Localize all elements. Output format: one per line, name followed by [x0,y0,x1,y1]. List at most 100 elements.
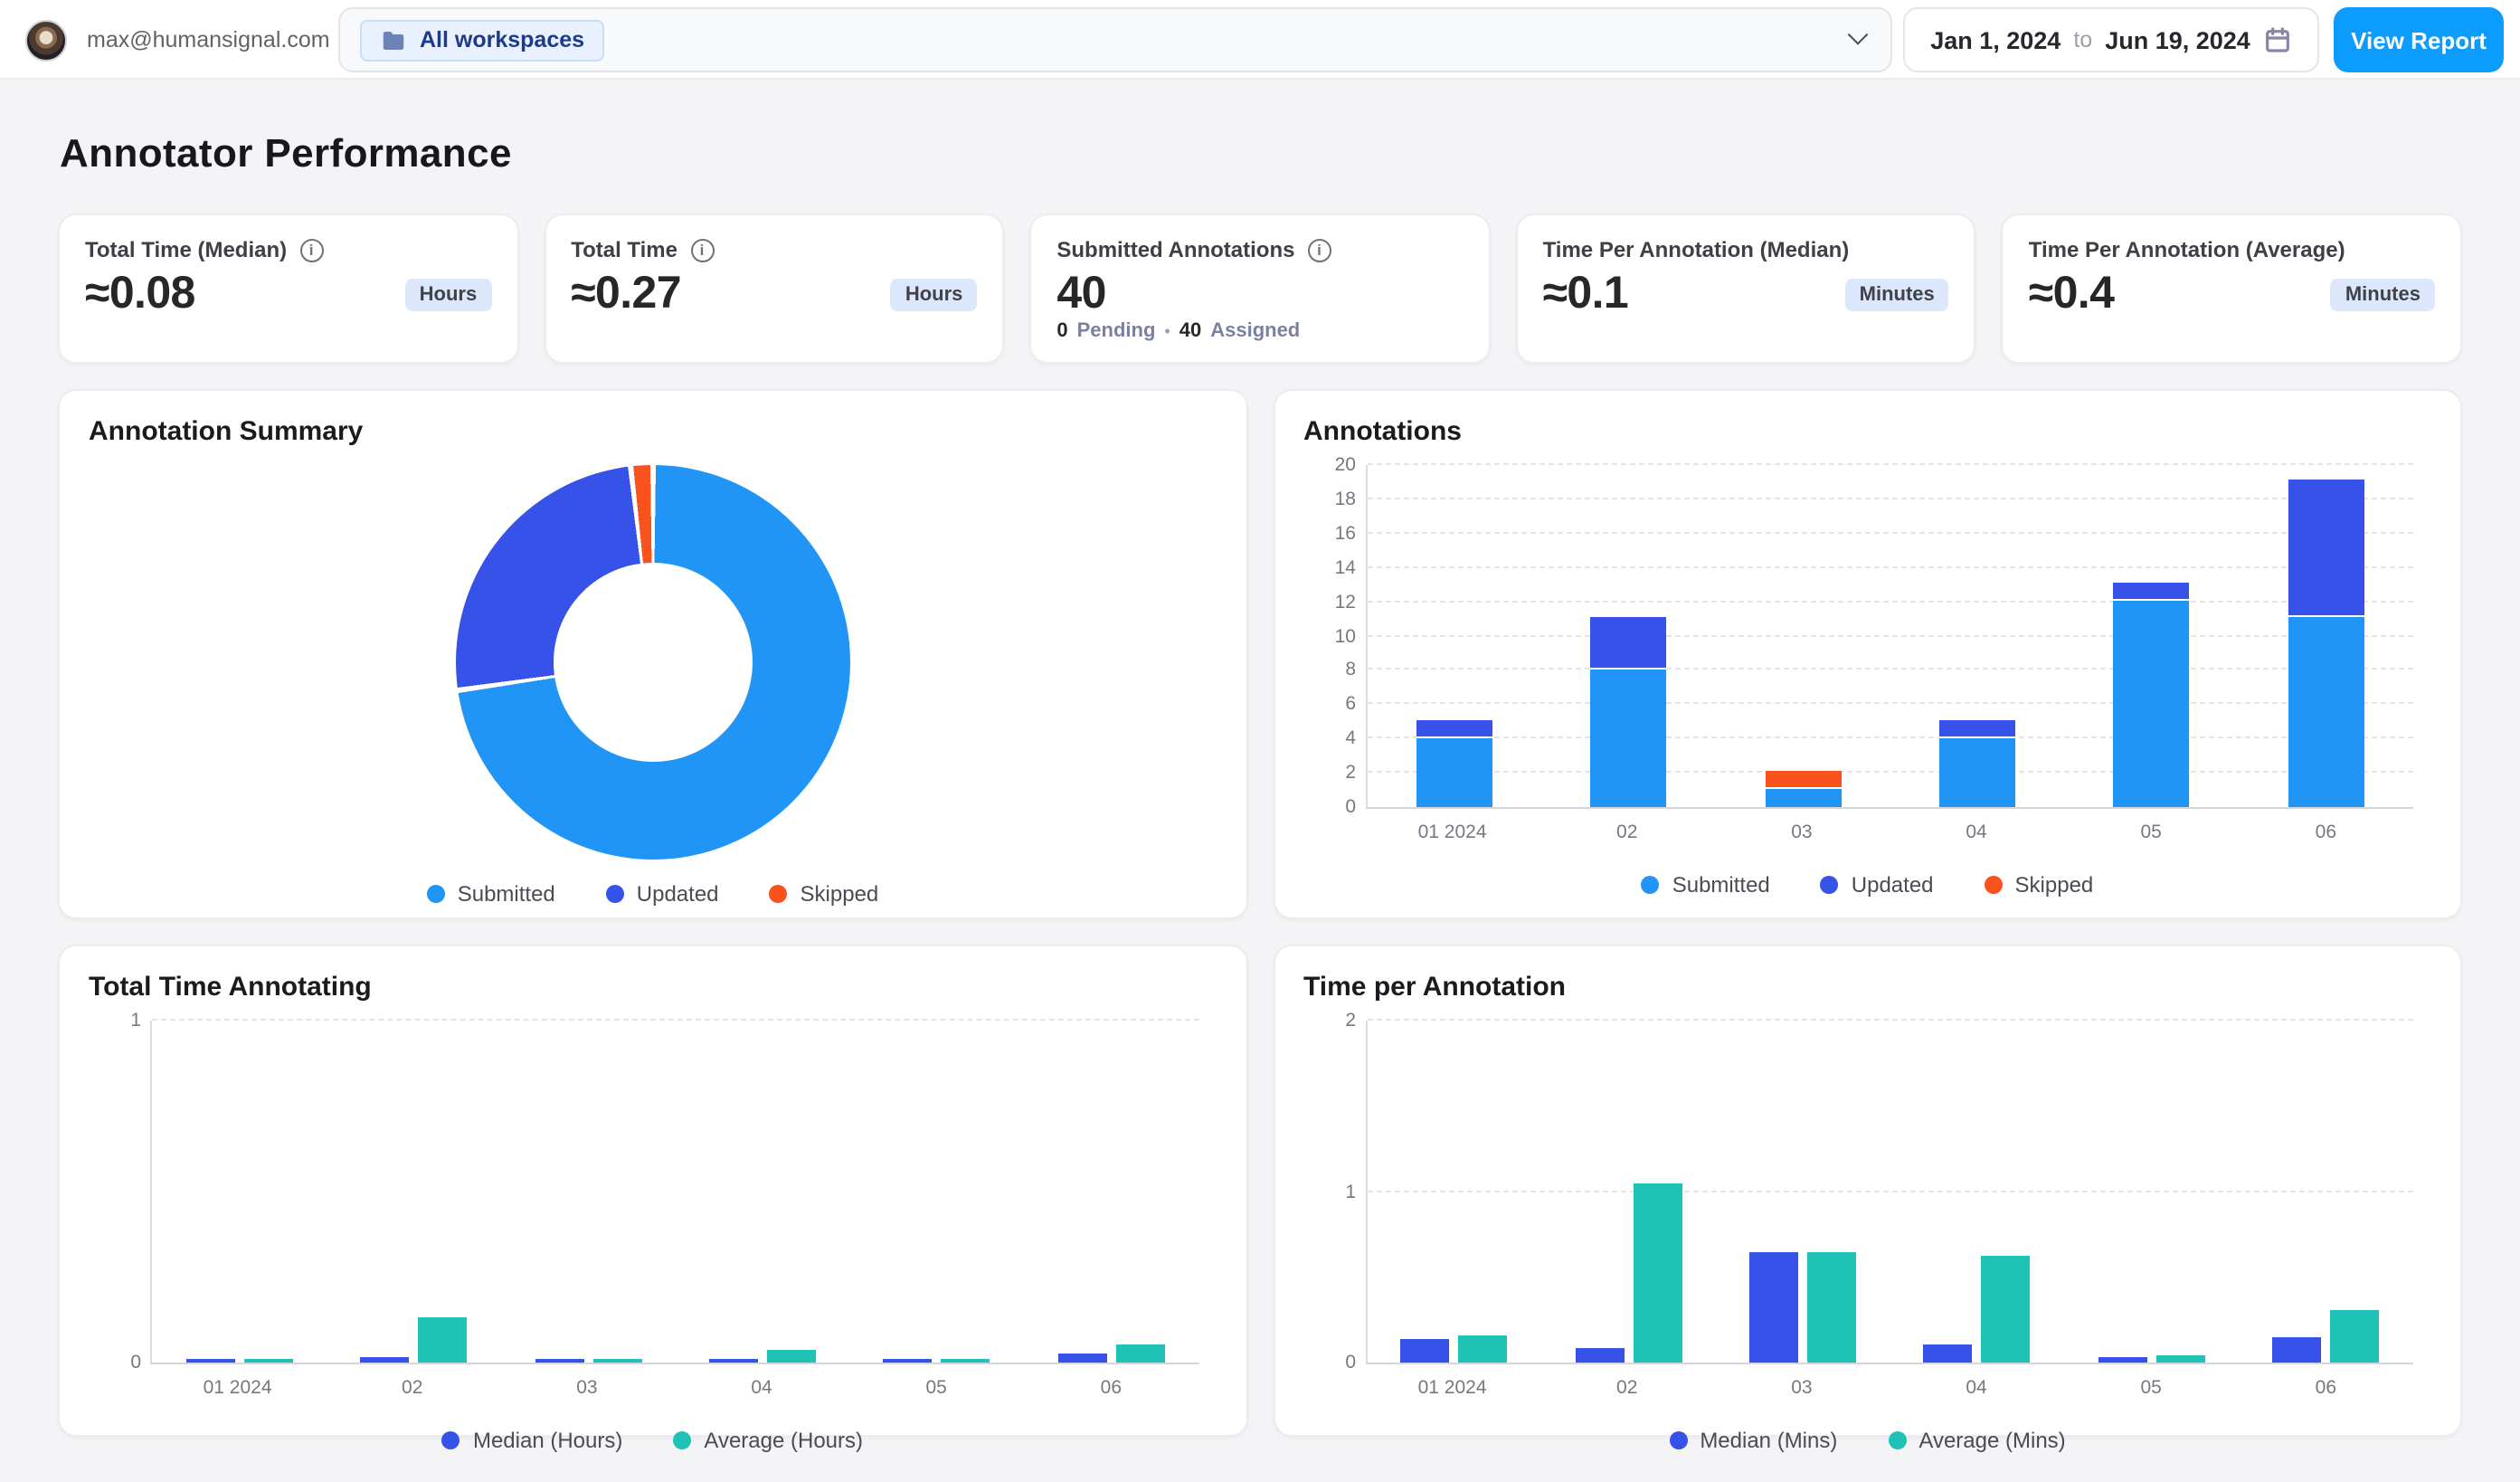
bar-group [2064,465,2239,807]
workspace-selector[interactable]: All workspaces [338,7,1892,72]
x-axis-label: 02 [402,1377,423,1399]
date-start: Jan 1, 2024 [1930,26,2061,53]
bar-group [1541,1021,1716,1363]
x-axis-labels: 01 2024 02 03 04 05 06 [150,1377,1198,1399]
legend-item[interactable]: Average (Mins) [1888,1428,2066,1453]
x-axis-label: 03 [1791,1377,1813,1399]
bar-average-hours- [1115,1344,1165,1363]
bar-group [1716,465,1890,807]
metric-card-time-per-annotation-average: Time Per Annotation (Average) ≈0.4 Minut… [2001,214,2462,364]
legend-item[interactable]: Skipped [1984,872,2094,898]
legend-item[interactable]: Updated [1820,872,1934,898]
folder-icon [383,31,404,49]
bar-group [676,1021,850,1363]
legend-item[interactable]: Median (Hours) [441,1428,622,1453]
chevron-down-icon [1847,24,1869,45]
metric-label: Submitted Annotations [1056,237,1295,262]
x-axis-label: 01 2024 [203,1377,272,1399]
legend-item[interactable]: Average (Hours) [673,1428,863,1453]
assigned-count: 40 [1179,320,1202,342]
bar-segment-submitted [2113,601,2190,807]
y-axis-label: 14 [1334,556,1356,579]
bar-segment-updated [1938,720,2015,738]
bar-average-mins- [1633,1183,1682,1363]
x-axis-label: 03 [1791,822,1813,843]
legend-dot-icon [605,885,624,903]
time-per-annotation-chart: 0 1 2 01 2024 02 03 04 05 06 Median (Mins) Average… [1303,1010,2431,1453]
plot-area: 0 1 2 [1345,1010,2413,1373]
bar-average-mins- [1807,1252,1857,1363]
x-axis-label: 01 2024 [1417,822,1487,843]
legend-label: Average (Hours) [704,1428,864,1453]
bar-median-hours- [1057,1354,1107,1363]
legend-item[interactable]: Submitted [1641,872,1770,898]
metric-label: Total Time (Median) [85,237,288,262]
legend-item[interactable]: Updated [605,881,719,907]
y-axis-label: 2 [1345,762,1356,784]
pending-label: Pending [1076,320,1156,342]
bar-segment-submitted [1938,738,2015,807]
y-axis-label: 0 [1345,1352,1356,1373]
bar-median-hours- [535,1359,584,1363]
bar-group [152,1021,327,1363]
user-avatar[interactable] [25,19,67,61]
legend-label: Skipped [2014,872,2094,898]
donut-legend: Submitted Updated Skipped [89,881,1217,907]
info-icon[interactable] [690,238,714,261]
chart-legend: Median (Mins) Average (Mins) [1303,1428,2431,1453]
legend-label: Average (Mins) [1918,1428,2066,1453]
metric-label: Total Time [571,237,677,262]
y-axis-label: 12 [1334,591,1356,613]
y-axis-label: 1 [1345,1181,1356,1202]
bar-median-mins- [2098,1357,2147,1363]
assignment-status: 0 Pending • 40 Assigned [1056,320,1463,342]
bar-segment-skipped [1765,771,1842,789]
x-axis-label: 05 [2140,1377,2162,1399]
donut-hole [553,563,753,762]
y-axis-label: 0 [1345,796,1356,818]
legend-item[interactable]: Submitted [426,881,555,907]
y-axis-label: 4 [1345,727,1356,750]
top-bar: max@humansignal.com All workspaces Jan 1… [0,0,2520,80]
x-axis-label: 06 [2315,822,2337,843]
legend-dot-icon [769,885,788,903]
bar-median-mins- [1749,1252,1799,1363]
workspace-chip[interactable]: All workspaces [360,19,605,61]
dot-separator-icon: • [1164,322,1170,340]
x-axis-label: 06 [2315,1377,2337,1399]
bars-area [1367,1021,2413,1363]
bar-segment-updated [1590,617,1667,670]
pending-count: 0 [1056,320,1068,342]
bars-area [1367,465,2413,807]
legend-dot-icon [426,885,445,903]
bar-average-hours- [766,1350,816,1363]
date-range-picker[interactable]: Jan 1, 2024 to Jun 19, 2024 [1903,7,2319,72]
metric-value: ≈0.1 [1542,268,1629,318]
bar-segment-submitted [1416,738,1492,807]
x-axis-label: 05 [2140,822,2162,843]
legend-dot-icon [1669,1431,1688,1449]
metric-card-submitted-annotations: Submitted Annotations 40 0 Pending • 40 … [1029,214,1491,364]
bar-average-hours- [941,1359,990,1363]
bar-average-mins- [1458,1335,1508,1363]
legend-dot-icon [1641,876,1660,894]
bar-group [327,1021,501,1363]
chart-legend: Median (Hours) Average (Hours) [89,1428,1217,1453]
panel-title: Annotations [1303,416,1462,447]
panel-title: Time per Annotation [1303,972,1567,1002]
legend-item[interactable]: Skipped [769,881,878,907]
y-axis-label: 18 [1334,488,1356,510]
total-time-annotating-chart: 0 1 01 2024 02 03 04 05 06 Median (Hours) Average… [89,1010,1217,1453]
panel-title: Total Time Annotating [89,972,372,1002]
legend-dot-icon [673,1431,692,1449]
bar-group [1367,465,1541,807]
info-icon[interactable] [1307,238,1331,261]
info-icon[interactable] [299,238,324,261]
stacked-bar [1590,617,1667,807]
legend-label: Submitted [457,881,555,907]
y-axis-label: 16 [1334,522,1356,545]
x-axis-label: 03 [576,1377,598,1399]
legend-item[interactable]: Median (Mins) [1669,1428,1837,1453]
view-report-button[interactable]: View Report [2334,7,2504,72]
bar-group [1541,465,1716,807]
